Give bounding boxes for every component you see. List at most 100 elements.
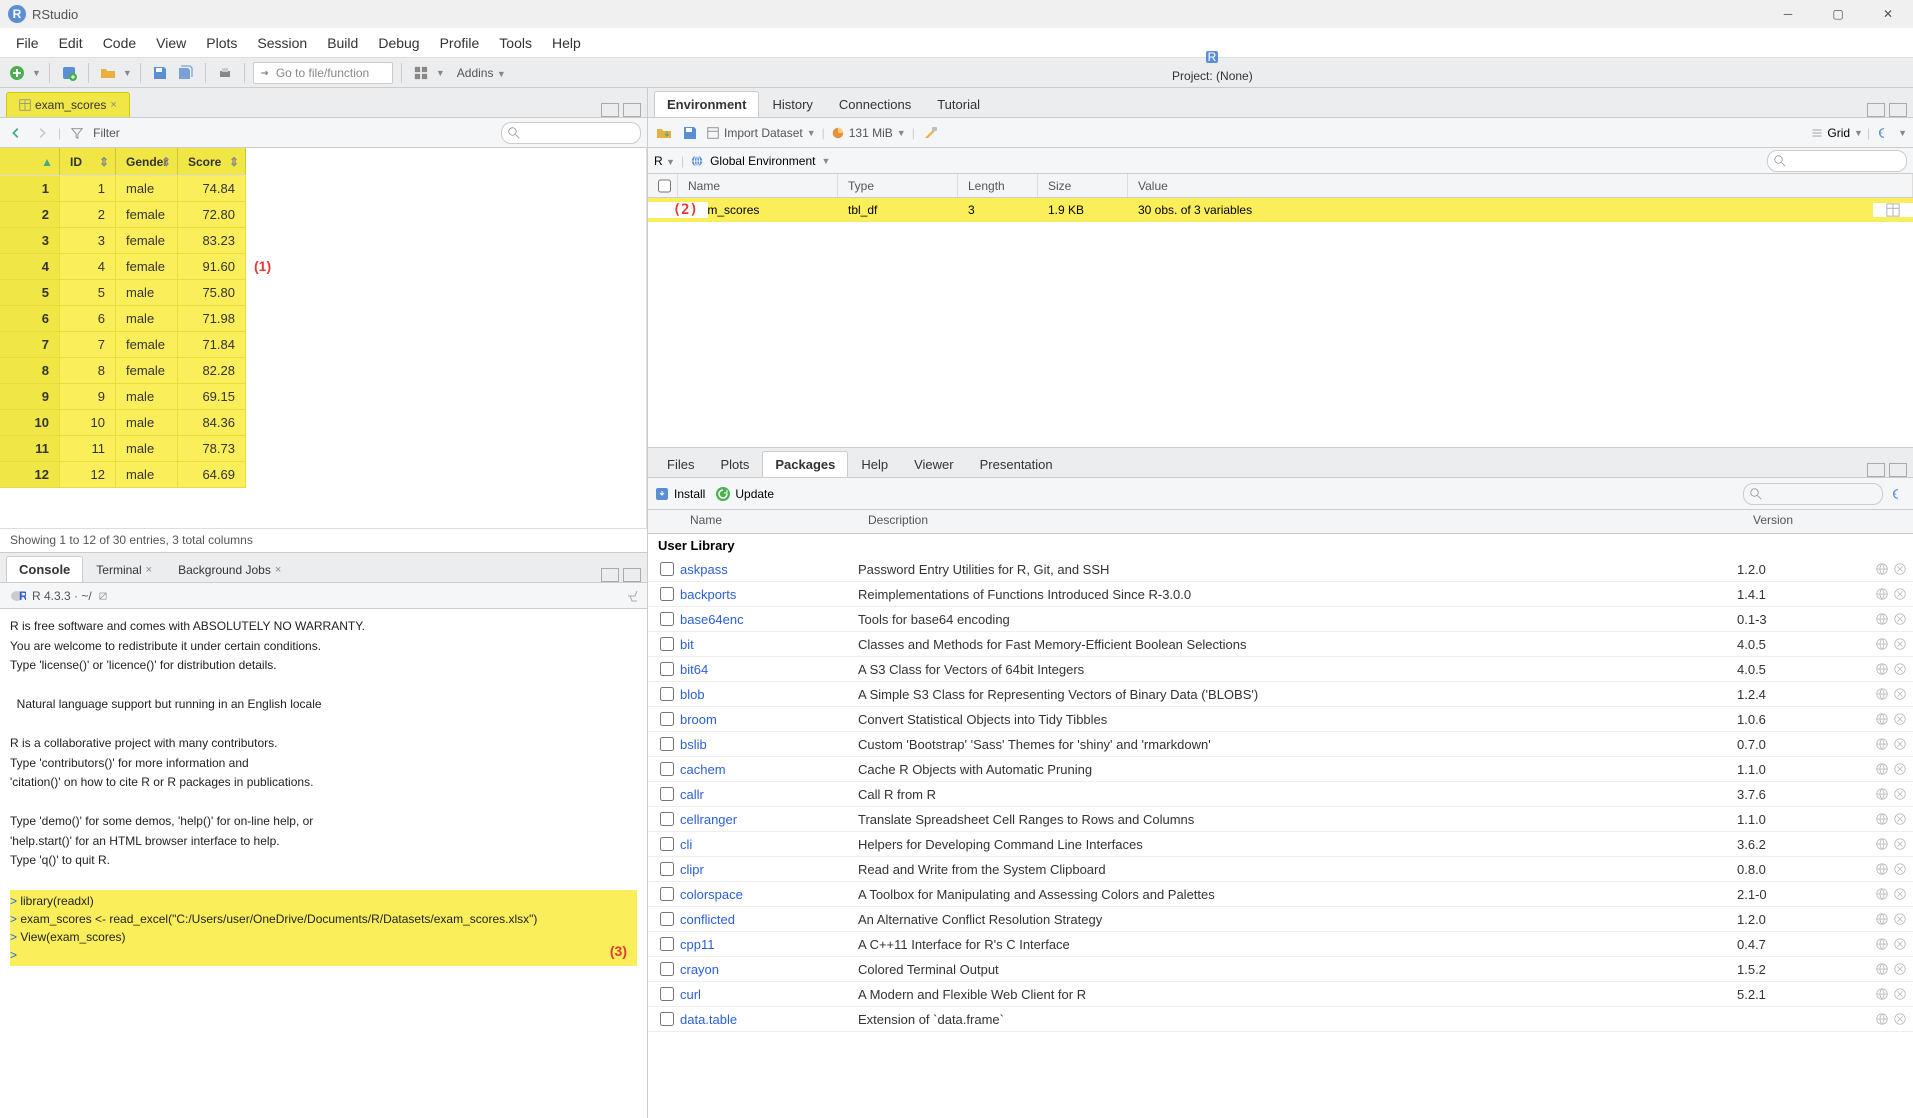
web-icon[interactable] <box>1875 762 1889 776</box>
web-icon[interactable] <box>1875 912 1889 926</box>
remove-icon[interactable] <box>1893 687 1907 701</box>
pkg-checkbox[interactable] <box>660 812 674 826</box>
pkg-link[interactable]: backports <box>680 587 736 602</box>
table-row[interactable]: 77female71.84 <box>0 332 246 358</box>
table-row[interactable]: 55male75.80 <box>0 280 246 306</box>
minimize-pane-icon[interactable] <box>601 568 619 582</box>
web-icon[interactable] <box>1875 837 1889 851</box>
pkg-link[interactable]: cpp11 <box>680 937 714 952</box>
pkg-link[interactable]: bit64 <box>680 662 708 677</box>
pkg-checkbox[interactable] <box>660 737 674 751</box>
menu-edit[interactable]: Edit <box>49 31 93 55</box>
web-icon[interactable] <box>1875 987 1889 1001</box>
web-icon[interactable] <box>1875 812 1889 826</box>
table-row[interactable]: 1111male78.73 <box>0 436 246 462</box>
remove-icon[interactable] <box>1893 562 1907 576</box>
tab-packages[interactable]: Packages <box>762 451 848 477</box>
pkg-link[interactable]: blob <box>680 687 705 702</box>
refresh-icon[interactable] <box>1874 123 1894 143</box>
menu-file[interactable]: File <box>6 31 49 55</box>
popout-icon[interactable] <box>98 591 108 601</box>
env-col-name[interactable]: Name <box>678 174 838 197</box>
pkg-link[interactable]: bslib <box>680 737 707 752</box>
back-icon[interactable] <box>6 123 26 143</box>
tab-environment[interactable]: Environment <box>654 91 759 117</box>
pkg-checkbox[interactable] <box>660 687 674 701</box>
tab-connections[interactable]: Connections <box>826 91 924 117</box>
web-icon[interactable] <box>1875 887 1889 901</box>
pkg-link[interactable]: cellranger <box>680 812 737 827</box>
pkg-checkbox[interactable] <box>660 937 674 951</box>
minimize-pane-icon[interactable] <box>1867 463 1885 477</box>
table-row[interactable]: 99male69.15 <box>0 384 246 410</box>
menu-debug[interactable]: Debug <box>368 31 429 55</box>
sort-icon[interactable]: ⇕ <box>229 155 239 169</box>
remove-icon[interactable] <box>1893 762 1907 776</box>
table-row[interactable]: 11male74.84 <box>0 176 246 202</box>
web-icon[interactable] <box>1875 787 1889 801</box>
save-icon[interactable] <box>680 123 700 143</box>
menu-session[interactable]: Session <box>247 31 317 55</box>
close-icon[interactable]: × <box>110 99 116 111</box>
load-icon[interactable] <box>654 123 674 143</box>
tab-background-jobs[interactable]: Background Jobs× <box>165 557 294 582</box>
remove-icon[interactable] <box>1893 612 1907 626</box>
tab-console[interactable]: Console <box>6 556 83 582</box>
close-icon[interactable]: × <box>275 564 281 576</box>
table-row[interactable]: 33female83.23 <box>0 228 246 254</box>
save-icon[interactable] <box>149 62 171 84</box>
table-row[interactable]: 66male71.98 <box>0 306 246 332</box>
r-selector[interactable]: R ▼ <box>654 154 675 168</box>
remove-icon[interactable] <box>1893 962 1907 976</box>
pkg-link[interactable]: conflicted <box>680 912 735 927</box>
table-row[interactable]: 1212male64.69 <box>0 462 246 488</box>
web-icon[interactable] <box>1875 737 1889 751</box>
pkg-checkbox[interactable] <box>660 1012 674 1026</box>
web-icon[interactable] <box>1875 637 1889 651</box>
memory-icon[interactable]: 131 MiB ▼ <box>831 123 906 143</box>
remove-icon[interactable] <box>1893 737 1907 751</box>
pkg-link[interactable]: curl <box>680 987 701 1002</box>
pkg-checkbox[interactable] <box>660 887 674 901</box>
remove-icon[interactable] <box>1893 837 1907 851</box>
env-scope[interactable]: Global Environment <box>710 154 815 168</box>
pkg-checkbox[interactable] <box>660 712 674 726</box>
addins-menu[interactable]: Addins ▼ <box>449 66 514 80</box>
maximize-pane-icon[interactable] <box>623 568 641 582</box>
sort-icon[interactable]: ⇕ <box>99 155 109 169</box>
remove-icon[interactable] <box>1893 787 1907 801</box>
pkg-checkbox[interactable] <box>660 962 674 976</box>
pkg-link[interactable]: data.table <box>680 1012 737 1027</box>
remove-icon[interactable] <box>1893 812 1907 826</box>
tab-terminal[interactable]: Terminal× <box>83 557 165 582</box>
pkg-link[interactable]: bit <box>680 637 694 652</box>
table-row[interactable]: 44female91.60 <box>0 254 246 280</box>
filter-icon[interactable] <box>67 123 87 143</box>
refresh-icon[interactable] <box>1891 487 1905 501</box>
print-icon[interactable] <box>214 62 236 84</box>
new-file-icon[interactable] <box>6 62 28 84</box>
tab-files[interactable]: Files <box>654 451 707 477</box>
remove-icon[interactable] <box>1893 862 1907 876</box>
remove-icon[interactable] <box>1893 662 1907 676</box>
save-all-icon[interactable] <box>175 62 197 84</box>
pkg-col-name[interactable]: Name <box>680 510 858 533</box>
remove-icon[interactable] <box>1893 937 1907 951</box>
web-icon[interactable] <box>1875 687 1889 701</box>
remove-icon[interactable] <box>1893 1012 1907 1026</box>
web-icon[interactable] <box>1875 562 1889 576</box>
menu-code[interactable]: Code <box>93 31 146 55</box>
web-icon[interactable] <box>1875 712 1889 726</box>
pkg-checkbox[interactable] <box>660 787 674 801</box>
pkg-link[interactable]: callr <box>680 787 704 802</box>
sort-icon[interactable]: ⇕ <box>161 155 171 169</box>
tab-history[interactable]: History <box>759 91 825 117</box>
select-all-checkbox[interactable] <box>658 179 671 193</box>
pkg-checkbox[interactable] <box>660 562 674 576</box>
maximize-button[interactable]: ▢ <box>1813 0 1863 28</box>
update-button[interactable]: Update <box>715 486 774 502</box>
remove-icon[interactable] <box>1893 912 1907 926</box>
web-icon[interactable] <box>1875 587 1889 601</box>
pkg-link[interactable]: clipr <box>680 862 704 877</box>
env-col-type[interactable]: Type <box>838 174 958 197</box>
